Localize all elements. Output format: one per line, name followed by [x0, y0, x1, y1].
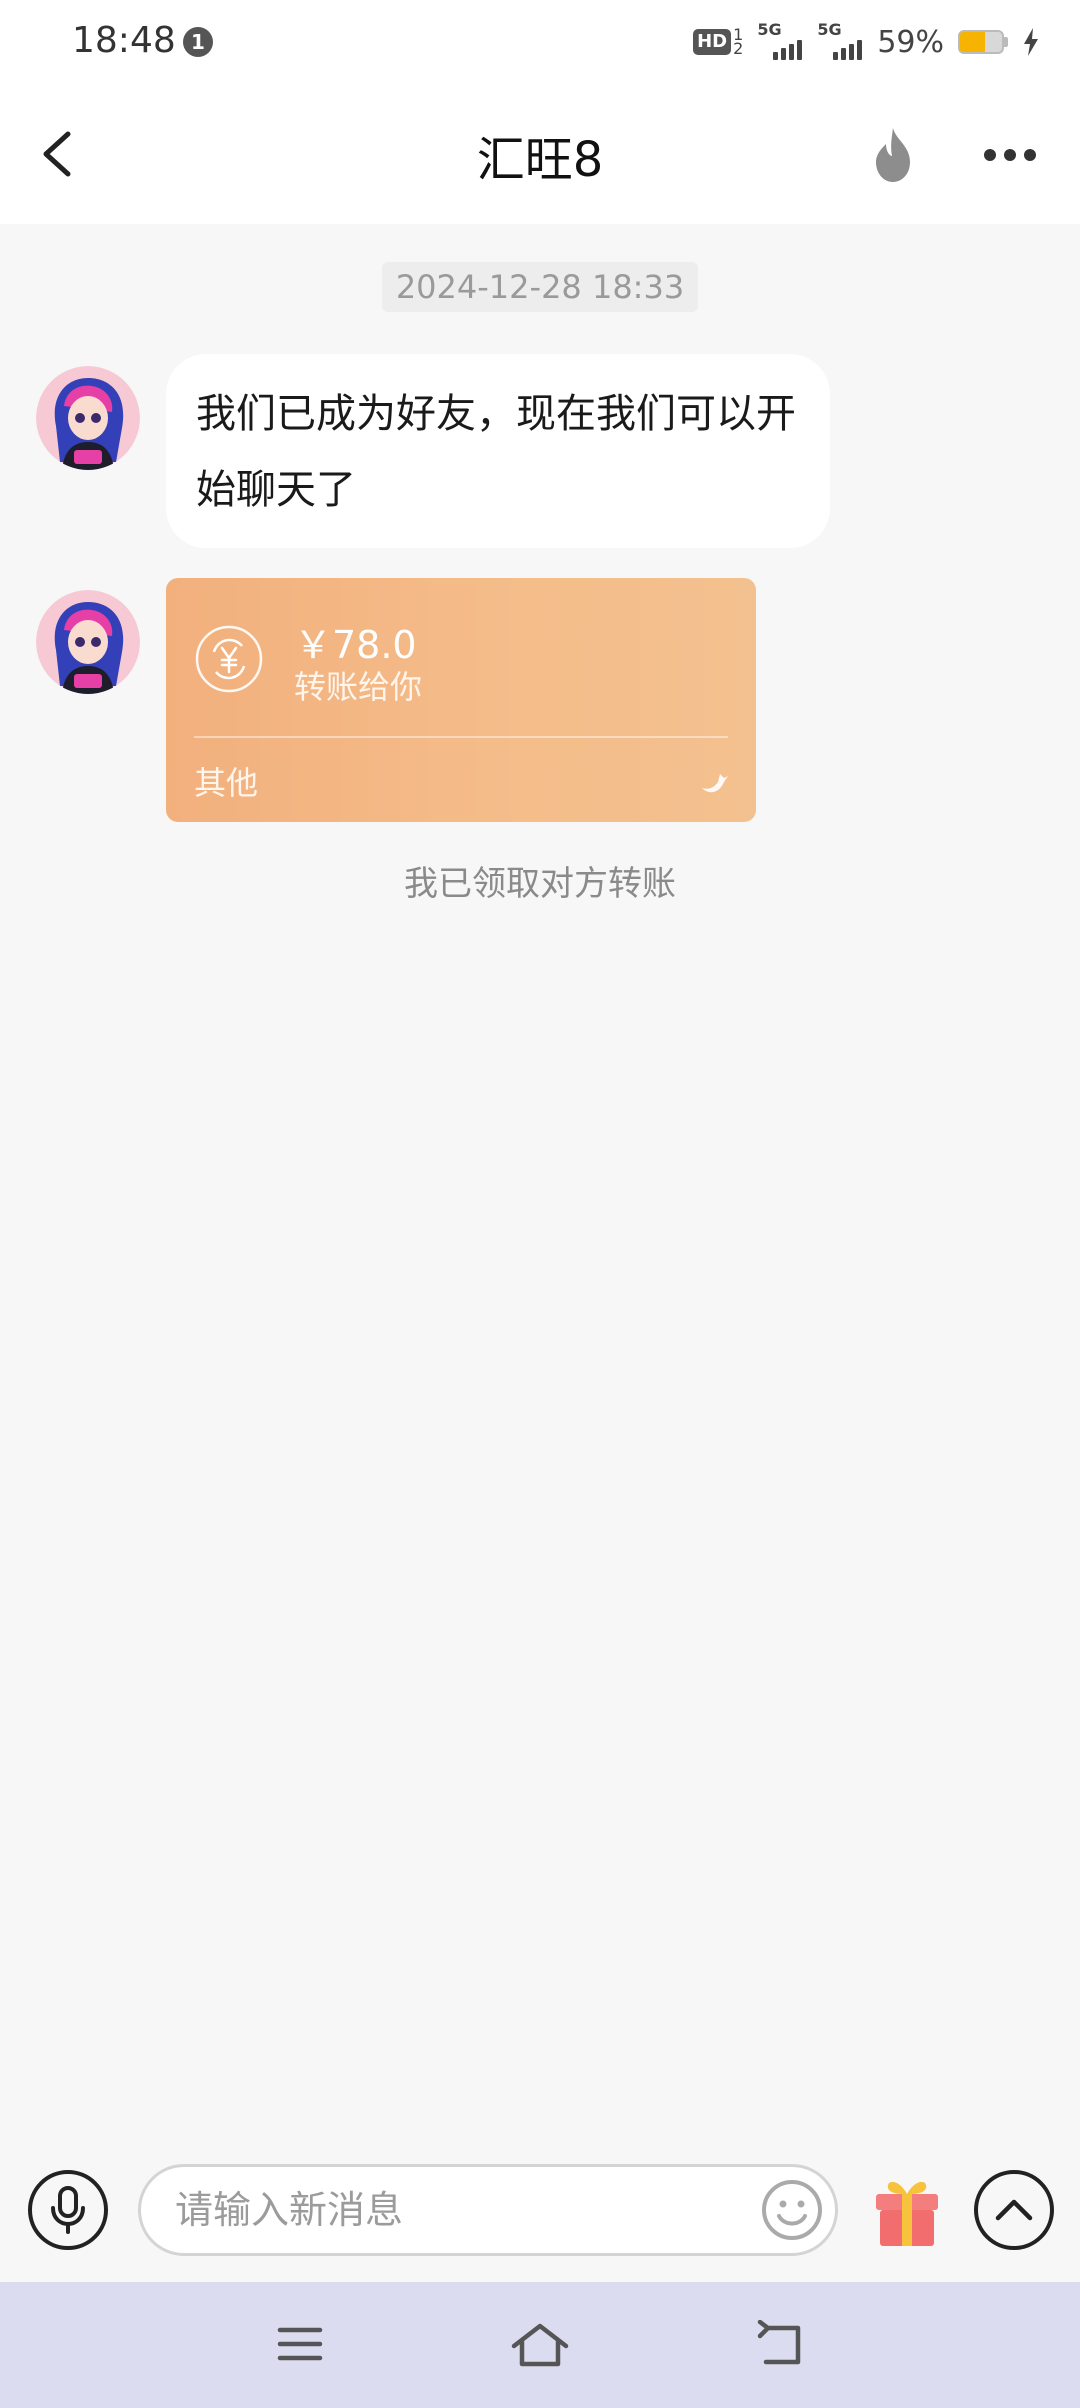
signal-5g-1-icon: 5G — [757, 20, 803, 60]
chat-header: 汇旺8 — [0, 84, 1080, 224]
hd-voice-icon: HD 1 2 — [693, 27, 743, 57]
more-dots-icon[interactable] — [980, 140, 1040, 170]
avatar-image — [36, 590, 140, 694]
message-bubble-text[interactable]: 我们已成为好友，现在我们可以开始聊天了 — [166, 354, 830, 548]
expand-button[interactable] — [974, 2170, 1054, 2250]
status-bar: 18:48 1 HD 1 2 5G 5G 59% — [0, 0, 1080, 84]
menu-icon[interactable] — [276, 2320, 324, 2368]
transfer-card[interactable]: ￥78.0 转账给你 其他 — [166, 578, 756, 822]
charging-bolt-icon — [1024, 28, 1038, 56]
card-divider — [194, 736, 728, 738]
signal-5g-2-icon: 5G — [817, 20, 863, 60]
transfer-amount: ￥78.0 — [294, 623, 417, 667]
microphone-icon — [51, 2186, 85, 2234]
status-time: 18:48 — [72, 20, 176, 61]
back-nav-icon[interactable] — [754, 2320, 806, 2368]
status-indicators: HD 1 2 5G 5G 59% — [693, 20, 1040, 62]
battery-icon — [958, 30, 1008, 54]
chevron-up-icon — [995, 2199, 1033, 2221]
message-text: 我们已成为好友，现在我们可以开始聊天了 — [196, 391, 796, 513]
bird-icon — [702, 774, 728, 793]
gift-icon[interactable] — [870, 2172, 944, 2248]
avatar[interactable] — [36, 366, 140, 470]
smiley-icon[interactable] — [760, 2178, 824, 2242]
transfer-receipt-note: 我已领取对方转账 — [404, 864, 676, 904]
message-input[interactable] — [138, 2164, 838, 2256]
message-timestamp: 2024-12-28 18:33 — [381, 262, 699, 312]
fire-icon[interactable] — [866, 124, 920, 184]
timestamp-row: 2024-12-28 18:33 — [0, 262, 1080, 312]
battery-percent: 59% — [877, 24, 944, 60]
avatar[interactable] — [36, 590, 140, 694]
yuan-transfer-icon — [195, 625, 263, 693]
microphone-button[interactable] — [28, 2170, 108, 2250]
avatar-image — [36, 366, 140, 470]
transfer-footer-label: 其他 — [194, 764, 259, 802]
home-icon[interactable] — [510, 2320, 570, 2368]
notification-badge: 1 — [183, 27, 213, 57]
input-bar — [0, 2136, 1080, 2282]
transfer-description: 转账给你 — [294, 668, 423, 706]
system-navigation-bar — [0, 2282, 1080, 2408]
